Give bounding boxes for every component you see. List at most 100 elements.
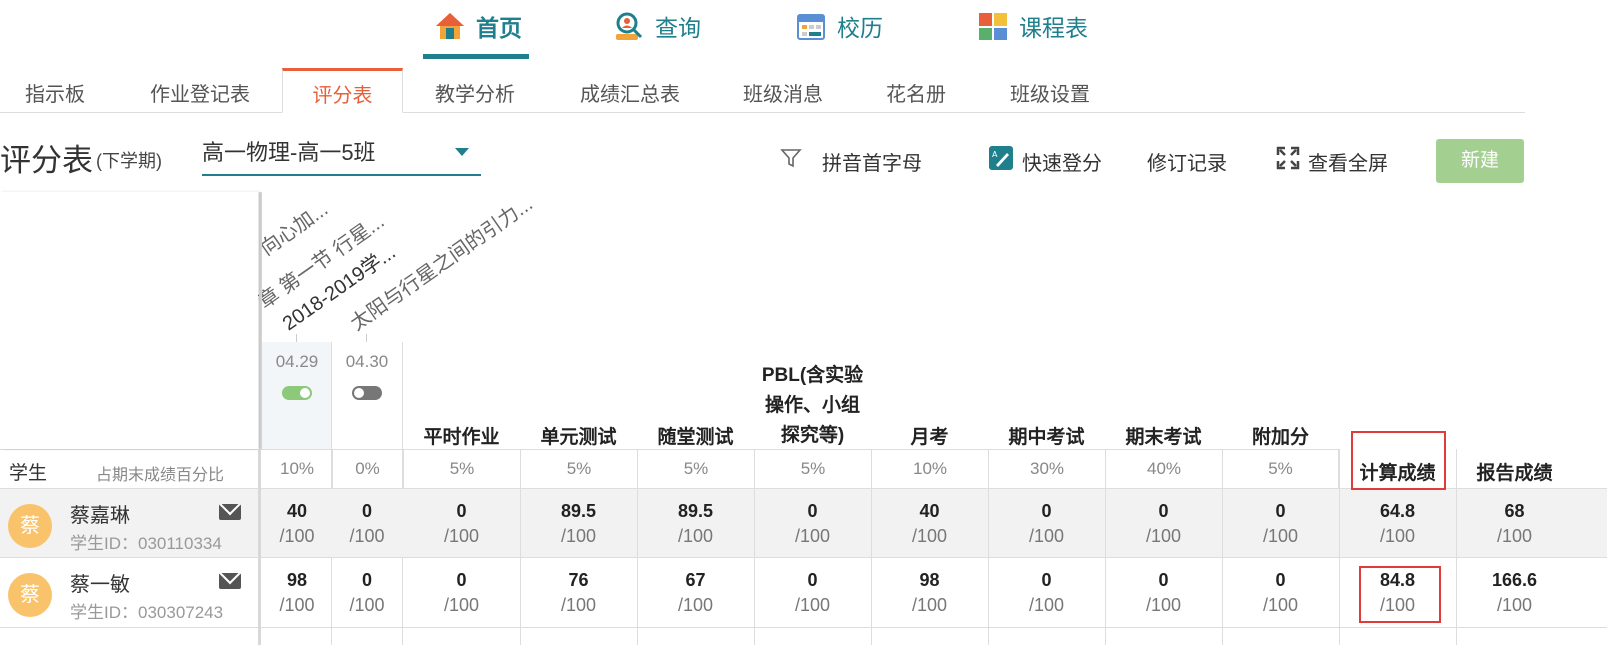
score-cell[interactable]: 0/100 bbox=[1222, 489, 1339, 547]
score-cell[interactable]: 40/100 bbox=[871, 489, 988, 547]
nav-query[interactable]: 查询 bbox=[613, 6, 701, 46]
chevron-down-icon bbox=[455, 148, 469, 156]
weight-cell: 40% bbox=[1105, 450, 1222, 488]
category-header-final[interactable]: 期末考试 bbox=[1105, 422, 1222, 449]
pbl-line-2: 操作、小组 bbox=[764, 395, 860, 416]
category-header-unit-test[interactable]: 单元测试 bbox=[520, 422, 637, 449]
column-divider bbox=[1105, 449, 1106, 645]
student-id: 学生ID：030110334 bbox=[70, 534, 222, 553]
avatar: 蔡 bbox=[8, 573, 52, 617]
score-cell[interactable]: 0/100 bbox=[754, 558, 871, 616]
frozen-column-edge bbox=[258, 449, 261, 645]
weight-cell: 5% bbox=[637, 450, 754, 488]
tab-bar: 指示板 作业登记表 评分表 教学分析 成绩汇总表 班级消息 花名册 班级设置 bbox=[0, 68, 1525, 113]
expand-icon bbox=[1276, 146, 1300, 176]
svg-text:A: A bbox=[992, 150, 998, 159]
student-column-header: 学生 bbox=[9, 463, 48, 484]
fullscreen-label: 查看全屏 bbox=[1308, 152, 1388, 175]
score-cell[interactable]: 0/100 bbox=[1222, 558, 1339, 616]
pbl-line-3: 探究等) bbox=[780, 425, 845, 446]
category-header-pbl[interactable]: PBL(含实验 操作、小组 探究等) bbox=[754, 361, 871, 451]
nav-calendar[interactable]: 校历 bbox=[795, 6, 883, 46]
score-cell[interactable]: 89.5/100 bbox=[520, 489, 637, 547]
computed-grade-cell: 64.8/100 bbox=[1379, 501, 1416, 546]
new-button[interactable]: 新建 bbox=[1436, 139, 1524, 183]
column-divider bbox=[520, 449, 521, 645]
student-id: 学生ID：030307243 bbox=[70, 603, 224, 622]
home-icon bbox=[434, 10, 466, 42]
score-cell[interactable]: 0/100 bbox=[403, 558, 520, 616]
tab-roster[interactable]: 花名册 bbox=[866, 68, 966, 113]
category-header-homework[interactable]: 平时作业 bbox=[403, 422, 520, 449]
search-person-icon bbox=[613, 10, 645, 42]
score-cell[interactable]: 67/100 bbox=[637, 558, 754, 616]
report-grade-cell[interactable]: 68/100 bbox=[1456, 489, 1573, 547]
nav-schedule[interactable]: 课程表 bbox=[977, 6, 1088, 46]
weight-cell: 5% bbox=[520, 450, 637, 488]
score-cell[interactable]: 98/100 bbox=[871, 558, 988, 616]
category-header-bonus[interactable]: 附加分 bbox=[1222, 422, 1339, 449]
pbl-line-1: PBL(含实验 bbox=[761, 365, 864, 386]
computed-header-highlight bbox=[1351, 431, 1446, 490]
active-nav-underline bbox=[423, 54, 529, 59]
category-header-monthly[interactable]: 月考 bbox=[871, 422, 988, 449]
assignment-column-2: 04.30 bbox=[332, 342, 402, 450]
tab-class-settings[interactable]: 班级设置 bbox=[990, 68, 1110, 113]
score-cell[interactable]: 0/100 bbox=[988, 489, 1105, 547]
column-divider bbox=[871, 449, 872, 645]
assignment-toggle-on[interactable] bbox=[282, 386, 312, 400]
score-cell[interactable]: 0/100 bbox=[1105, 558, 1222, 616]
class-select[interactable]: 高一物理-高一5班 bbox=[202, 134, 481, 176]
nav-query-label: 查询 bbox=[655, 15, 701, 41]
score-cell[interactable]: 0/100 bbox=[988, 558, 1105, 616]
weight-cell: 30% bbox=[988, 450, 1105, 488]
pinyin-filter-label: 拼音首字母 bbox=[822, 152, 922, 175]
score-cell[interactable]: 0/100 bbox=[754, 489, 871, 547]
table-row: 蔡 蔡嘉琳 学生ID：030110334 40/100 0/100 0/100 … bbox=[0, 488, 1607, 558]
revision-history-button[interactable]: 修订记录 bbox=[1147, 146, 1227, 176]
tab-homework-register[interactable]: 作业登记表 bbox=[130, 68, 270, 113]
computed-cell-highlight bbox=[1359, 566, 1441, 623]
score-cell[interactable]: 40/100 bbox=[262, 489, 332, 547]
score-cell[interactable]: 0/100 bbox=[1105, 489, 1222, 547]
tab-gradebook[interactable]: 评分表 bbox=[282, 68, 403, 113]
nav-home[interactable]: 首页 bbox=[434, 6, 522, 46]
nav-home-label: 首页 bbox=[476, 15, 522, 41]
score-cell[interactable]: 98/100 bbox=[262, 558, 332, 616]
class-select-value: 高一物理-高一5班 bbox=[202, 140, 376, 165]
page-title: 评分表 bbox=[0, 143, 93, 178]
weight-cell: 10% bbox=[871, 450, 988, 488]
score-cell[interactable]: 89.5/100 bbox=[637, 489, 754, 547]
fullscreen-button[interactable]: 查看全屏 bbox=[1276, 146, 1388, 176]
nav-schedule-label: 课程表 bbox=[1019, 15, 1088, 41]
column-divider bbox=[637, 449, 638, 645]
student-name[interactable]: 蔡一敏 bbox=[70, 568, 130, 597]
score-cell[interactable]: 76/100 bbox=[520, 558, 637, 616]
filter-icon bbox=[780, 147, 802, 175]
category-header-midterm[interactable]: 期中考试 bbox=[988, 422, 1105, 449]
pinyin-filter-button[interactable]: 拼音首字母 bbox=[780, 146, 922, 176]
quick-score-label: 快速登分 bbox=[1022, 152, 1102, 175]
quick-score-button[interactable]: A 快速登分 bbox=[988, 146, 1102, 176]
tab-class-messages[interactable]: 班级消息 bbox=[723, 68, 843, 113]
score-cell[interactable]: 0/100 bbox=[332, 489, 402, 547]
tab-score-summary[interactable]: 成绩汇总表 bbox=[560, 68, 700, 113]
quick-edit-icon: A bbox=[988, 145, 1014, 177]
assignment-toggle-off[interactable] bbox=[352, 386, 382, 400]
mail-icon[interactable] bbox=[219, 504, 241, 520]
schedule-icon bbox=[977, 10, 1009, 42]
tab-dashboard[interactable]: 指示板 bbox=[0, 68, 110, 113]
assignment-date: 04.29 bbox=[275, 352, 319, 371]
column-divider bbox=[754, 449, 755, 645]
student-name[interactable]: 蔡嘉琳 bbox=[70, 499, 130, 528]
assignment-column-1: 04.29 bbox=[262, 342, 332, 450]
weight-cell: 5% bbox=[1222, 450, 1339, 488]
category-header-quiz[interactable]: 随堂测试 bbox=[637, 422, 754, 449]
report-grade-cell[interactable]: 166.6/100 bbox=[1456, 558, 1573, 616]
tab-teaching-analysis[interactable]: 教学分析 bbox=[415, 68, 535, 113]
score-cell[interactable]: 0/100 bbox=[403, 489, 520, 547]
nav-calendar-label: 校历 bbox=[837, 15, 883, 41]
mail-icon[interactable] bbox=[219, 573, 241, 589]
revision-history-label: 修订记录 bbox=[1147, 152, 1227, 175]
score-cell[interactable]: 0/100 bbox=[332, 558, 402, 616]
